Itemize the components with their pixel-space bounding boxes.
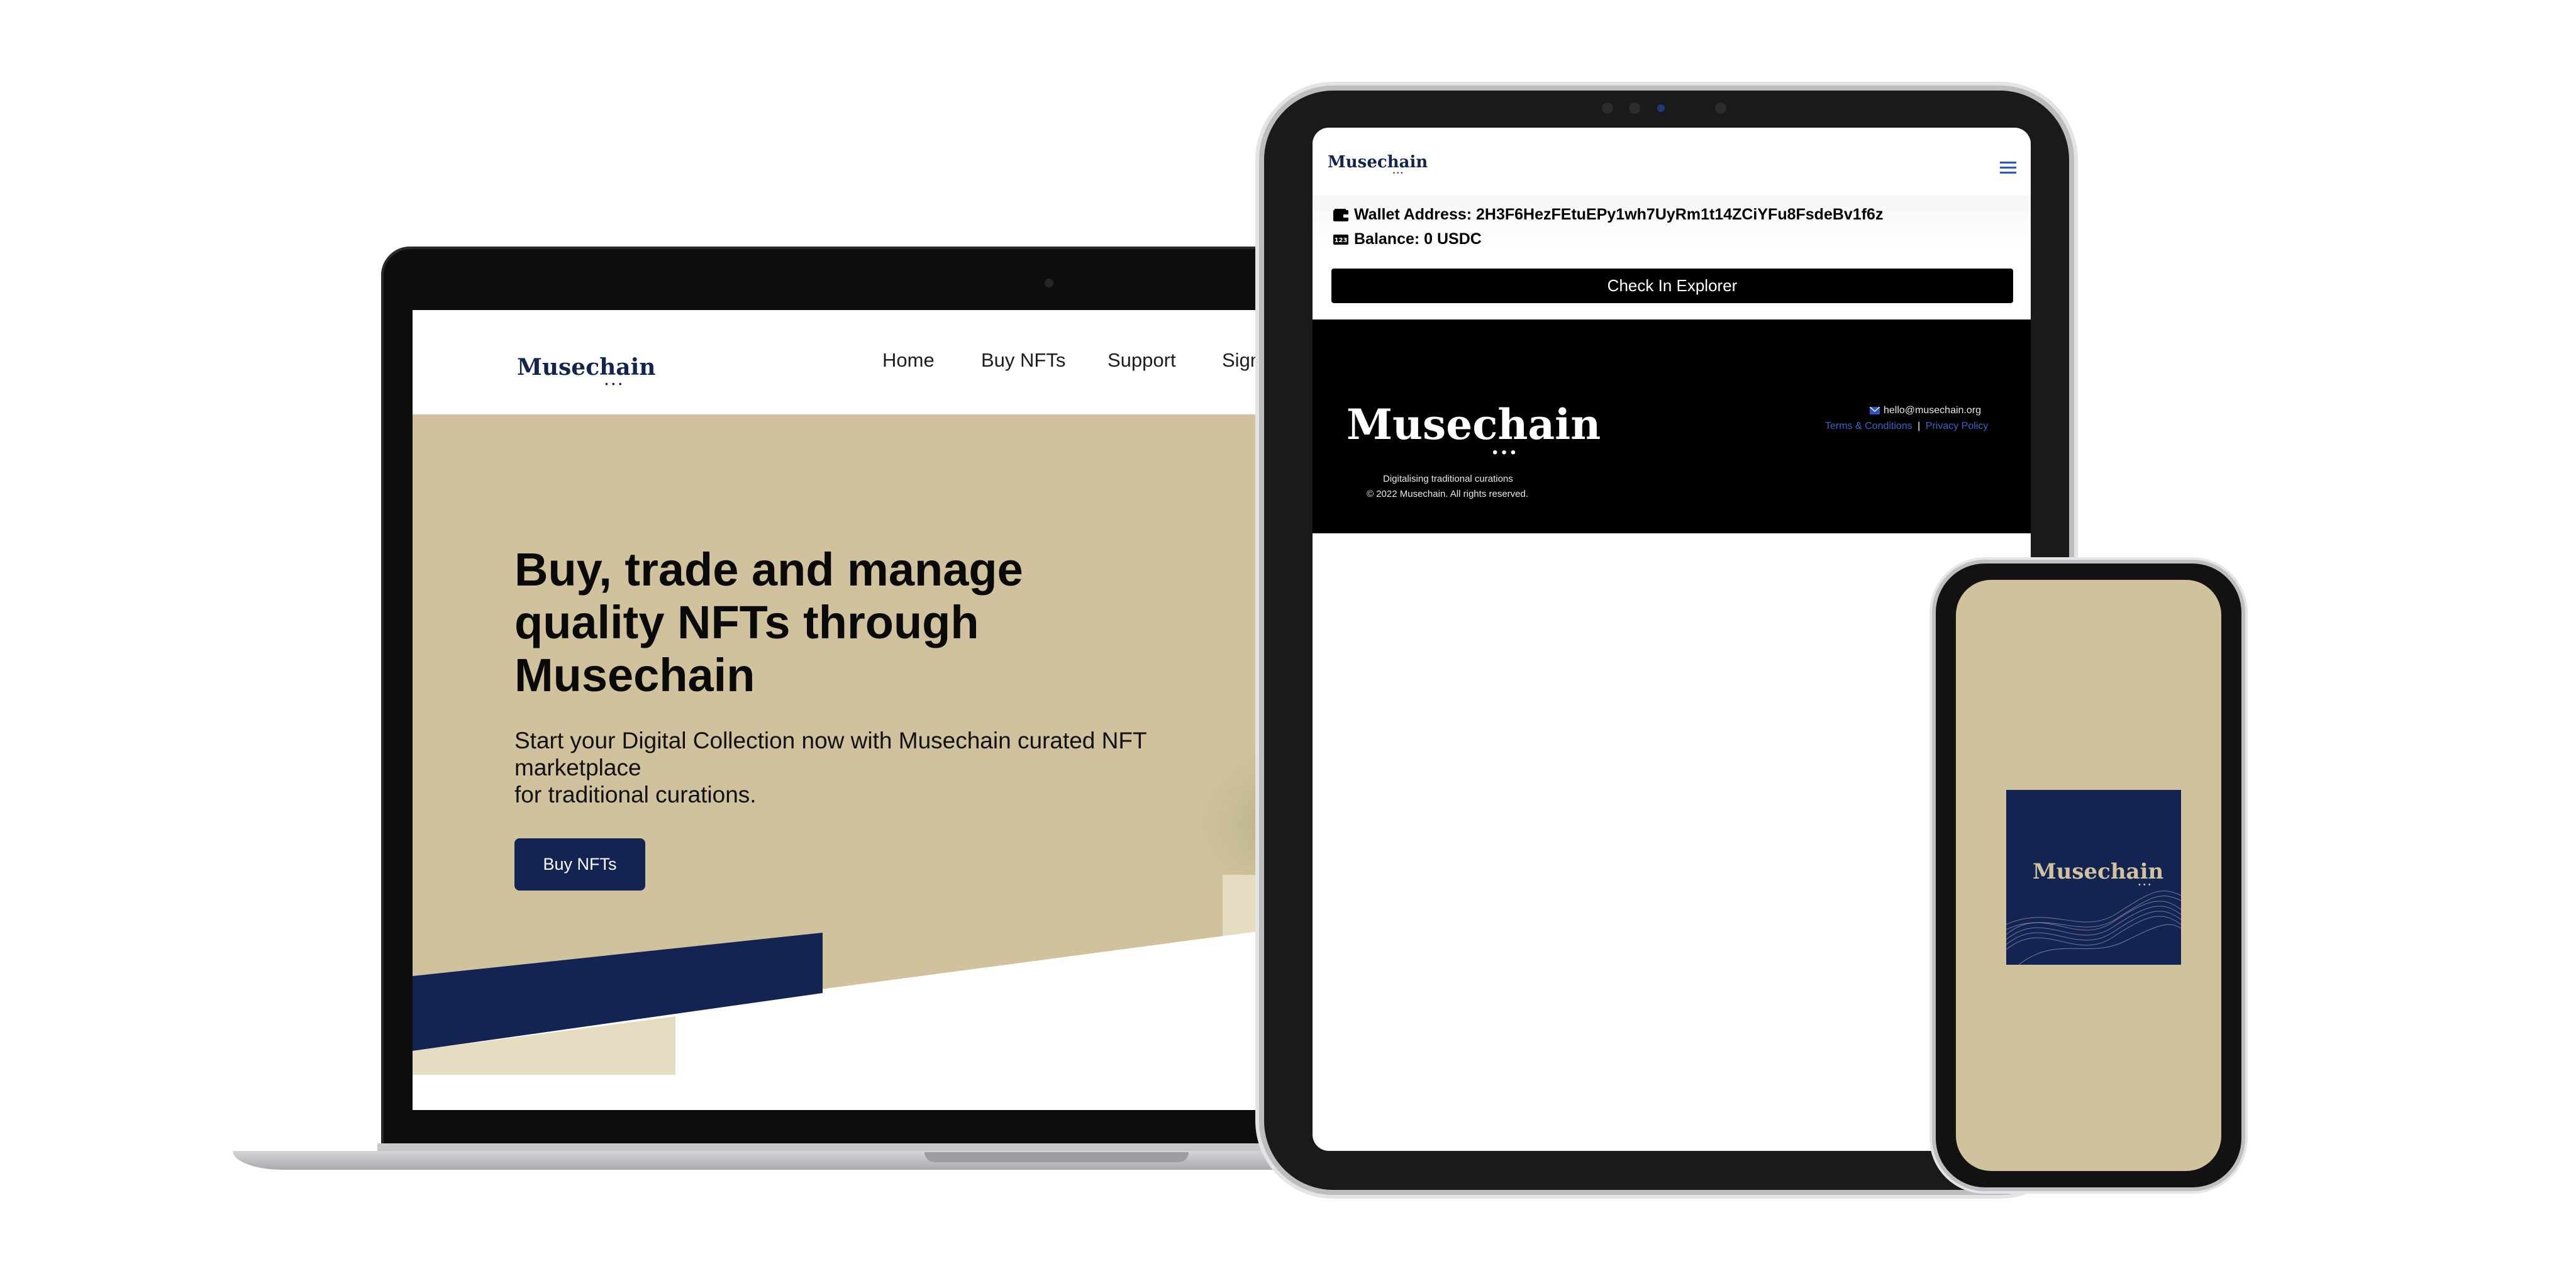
site-logo-dots: ••• <box>605 379 626 389</box>
laptop-base <box>233 1151 1428 1170</box>
terms-link[interactable]: Terms & Conditions <box>1825 421 1913 431</box>
nav-home[interactable]: Home <box>882 349 935 372</box>
wallet-address-row: Wallet Address: 2H3F6HezFEtuEPy1wh7UyRm1… <box>1333 206 1883 224</box>
phone-logo: Musechain ••• <box>2033 859 2163 889</box>
site-footer: Musechain ••• Digitalising traditional c… <box>1313 319 2031 533</box>
wallet-address-text: Wallet Address: 2H3F6HezFEtuEPy1wh7UyRm1… <box>1354 206 1884 223</box>
balance-row: 123 Balance: 0 USDC <box>1333 230 1482 248</box>
laptop-trackpad-notch <box>924 1152 1189 1162</box>
hero-subtitle: Start your Digital Collection now with M… <box>514 728 1146 808</box>
hero-title: Buy, trade and manage quality NFTs throu… <box>514 543 1023 701</box>
footer-link-separator: | <box>1918 421 1921 431</box>
check-in-explorer-button[interactable]: Check In Explorer <box>1331 269 2013 303</box>
footer-links: Terms & Conditions | Privacy Policy <box>1825 421 1988 432</box>
phone-logo-text: Musechain <box>2033 859 2164 884</box>
footer-logo: Musechain ••• <box>1346 400 1601 460</box>
hero-section: Buy, trade and manage quality NFTs throu… <box>413 414 1362 1110</box>
site-logo-text: Musechain <box>517 354 656 380</box>
hamburger-menu-icon[interactable] <box>2000 162 2016 174</box>
footer-email: hello@musechain.org <box>1884 405 1981 416</box>
site-header: Musechain ••• Home Buy NFTs Support Sign… <box>413 310 1362 414</box>
hero-buy-nfts-button[interactable]: Buy NFTs <box>514 838 645 891</box>
tablet-header: Musechain ••• <box>1313 128 2031 196</box>
tablet-sensor-2 <box>1715 103 1726 114</box>
nav-buy-nfts[interactable]: Buy NFTs <box>981 349 1065 372</box>
laptop-camera <box>1045 279 1053 287</box>
wallet-icon <box>1333 208 1348 221</box>
balance-text: Balance: 0 USDC <box>1354 230 1482 248</box>
tablet-logo-text: Musechain <box>1328 153 1428 172</box>
laptop-screen: Musechain ••• Home Buy NFTs Support Sign… <box>413 310 1362 1110</box>
tablet-sensor <box>1602 103 1613 114</box>
mail-icon <box>1870 407 1880 414</box>
footer-copyright: © 2022 Musechain. All rights reserved. <box>1367 489 1529 499</box>
balance-icon: 123 <box>1333 234 1348 245</box>
svg-text:123: 123 <box>1335 237 1348 244</box>
privacy-link[interactable]: Privacy Policy <box>1926 421 1989 431</box>
site-logo[interactable]: Musechain ••• <box>517 354 655 388</box>
footer-tagline: Digitalising traditional curations <box>1383 474 1513 484</box>
footer-logo-text: Musechain <box>1346 400 1601 449</box>
nav-support[interactable]: Support <box>1108 349 1176 372</box>
tablet-logo[interactable]: Musechain ••• <box>1328 153 1428 176</box>
footer-email-row[interactable]: hello@musechain.org <box>1870 405 1981 416</box>
phone-splash-logo: Musechain ••• <box>2006 790 2181 965</box>
tablet-screen: Musechain ••• Wallet Address: 2H3F6HezFE… <box>1313 128 2031 1151</box>
tablet-light-sensor <box>1657 104 1665 112</box>
tablet-camera <box>1629 103 1640 114</box>
